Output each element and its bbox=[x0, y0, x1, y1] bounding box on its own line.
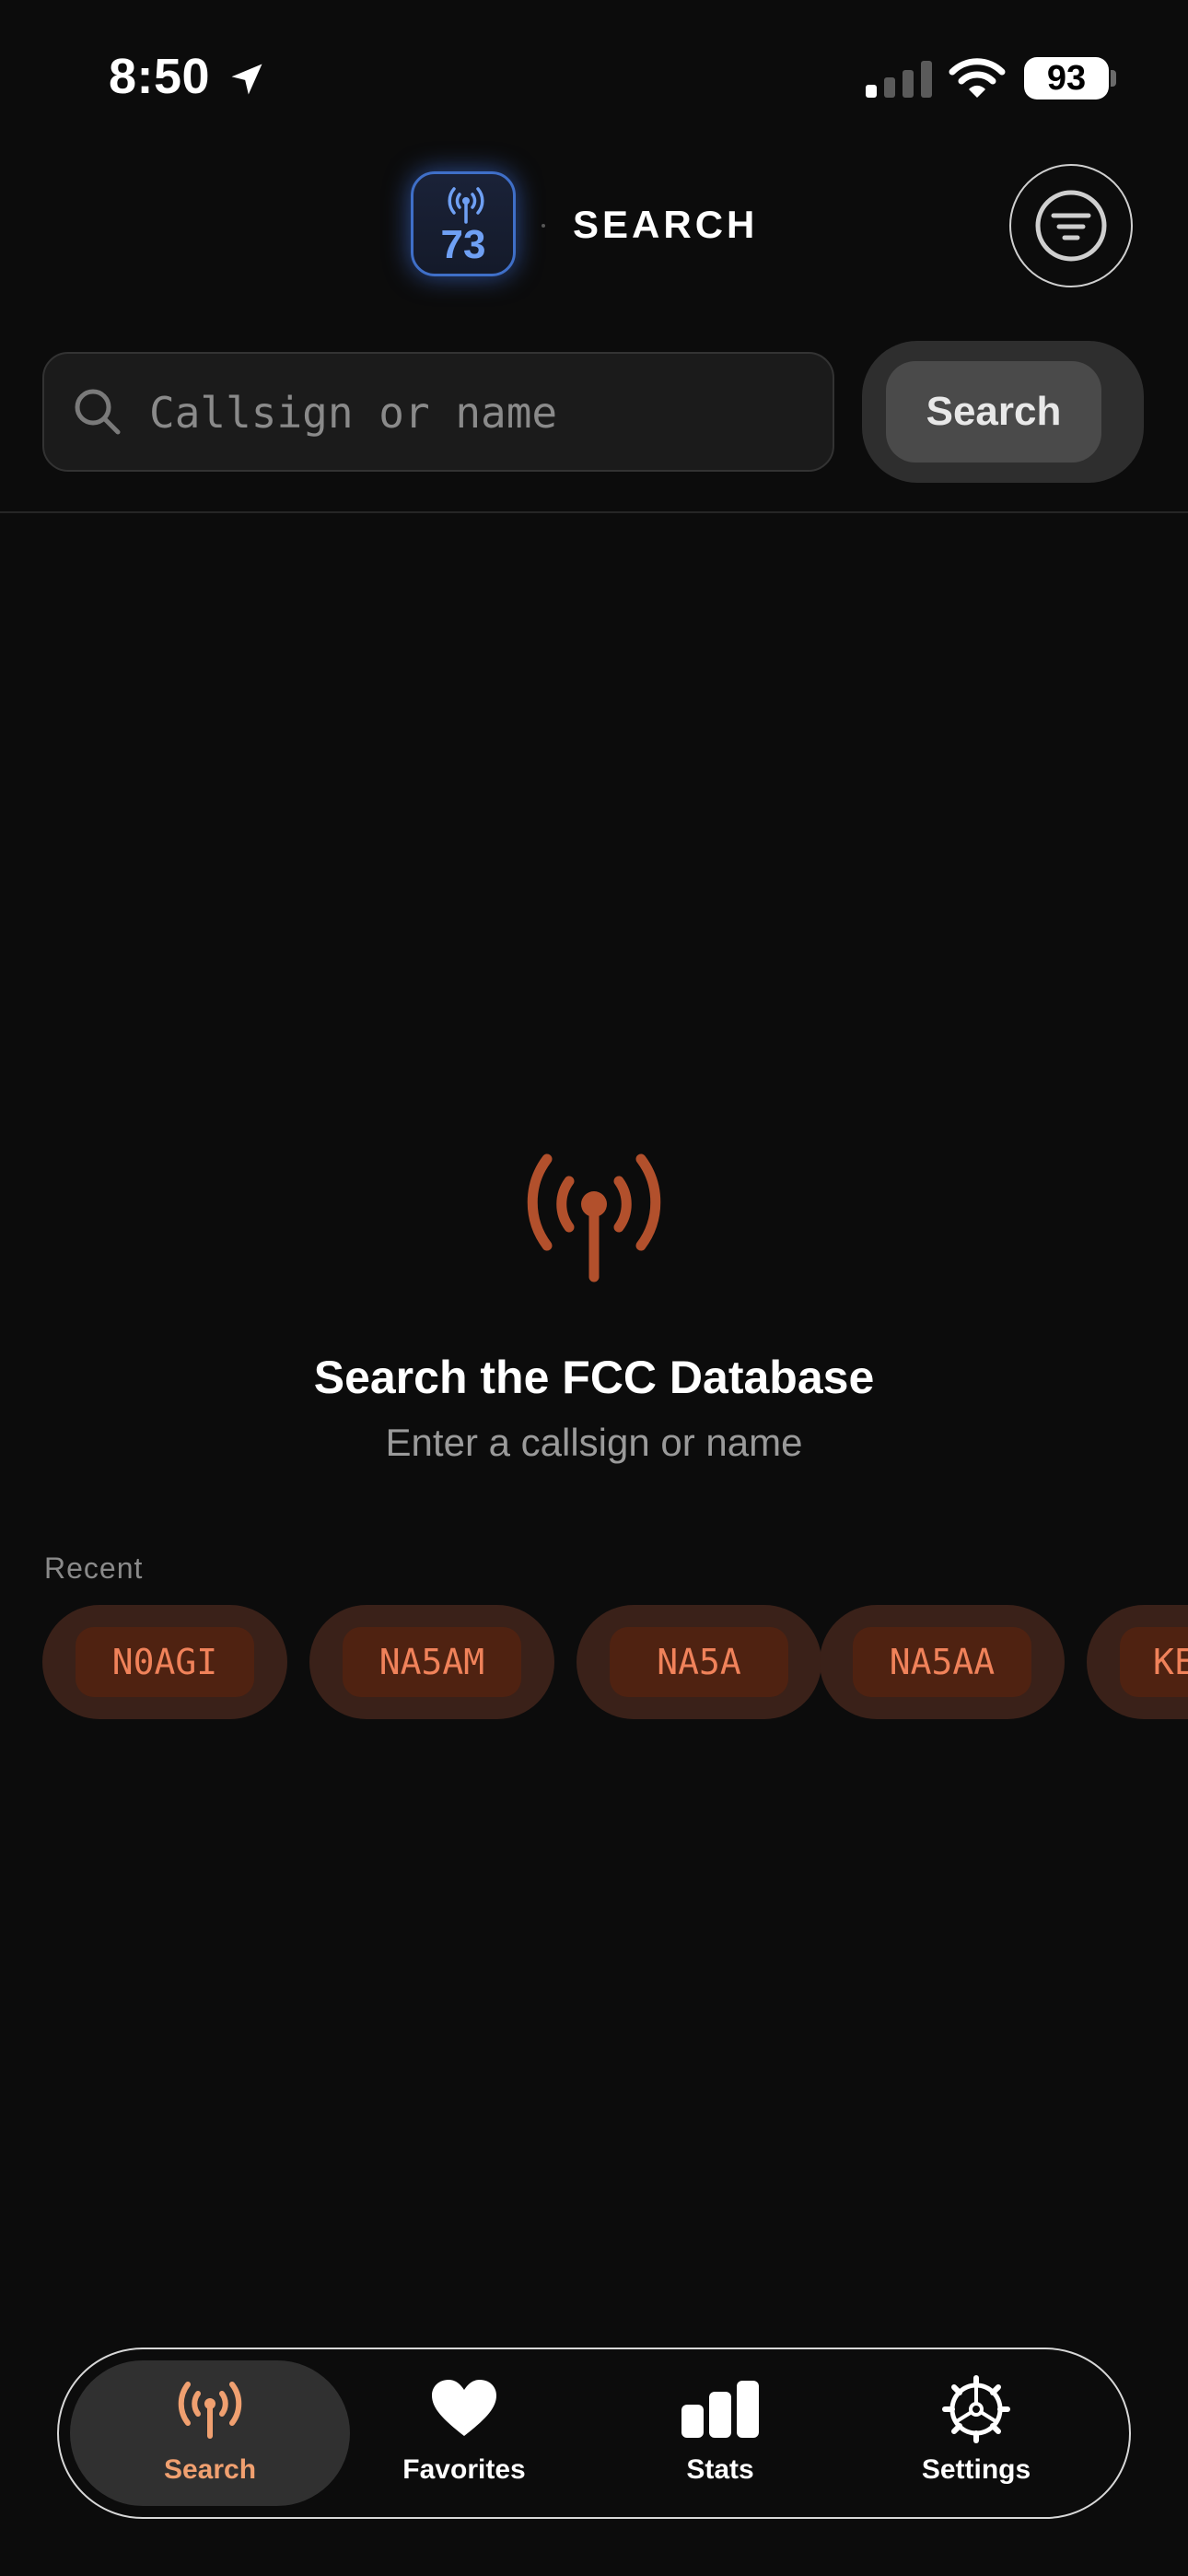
tab-label: Settings bbox=[921, 2454, 1031, 2485]
wifi-icon bbox=[949, 57, 1006, 104]
location-arrow-icon bbox=[227, 59, 267, 104]
header-divider bbox=[0, 511, 1188, 513]
heart-icon bbox=[430, 2373, 498, 2445]
filter-button[interactable] bbox=[1009, 164, 1133, 287]
bar-chart-icon bbox=[680, 2373, 761, 2445]
tab-label: Search bbox=[163, 2454, 257, 2485]
recent-chip-label: NA5AA bbox=[853, 1627, 1031, 1697]
page-title: SEARCH bbox=[573, 203, 759, 246]
app-logo-badge: 73 bbox=[411, 171, 516, 276]
status-time: 8:50 bbox=[109, 49, 211, 104]
recent-chip-label: N0AGI bbox=[76, 1627, 254, 1697]
search-button-container: Search bbox=[862, 341, 1144, 483]
empty-state-title: Search the FCC Database bbox=[313, 1352, 875, 1403]
recent-chip[interactable]: NA5AM bbox=[309, 1605, 554, 1719]
tab-stats[interactable]: Stats bbox=[593, 2373, 847, 2502]
app-badge-number: 73 bbox=[440, 222, 486, 267]
gear-icon bbox=[941, 2373, 1011, 2445]
battery-tip bbox=[1111, 70, 1116, 87]
recent-chip-label: KE bbox=[1120, 1627, 1188, 1697]
tab-favorites[interactable]: Favorites bbox=[337, 2373, 591, 2502]
header-separator-dot bbox=[542, 224, 545, 228]
recent-chip[interactable]: N0AGI bbox=[42, 1605, 287, 1719]
recent-chip[interactable]: NA5AA bbox=[820, 1605, 1065, 1719]
antenna-icon bbox=[173, 2373, 247, 2445]
tab-label: Favorites bbox=[402, 2454, 526, 2485]
cellular-signal-icon bbox=[866, 61, 932, 98]
tab-settings[interactable]: Settings bbox=[849, 2373, 1103, 2502]
recent-chip[interactable]: NA5A bbox=[577, 1605, 821, 1719]
tab-label: Stats bbox=[686, 2454, 754, 2485]
recent-chip-label: NA5A bbox=[610, 1627, 788, 1697]
search-icon bbox=[72, 386, 123, 442]
tab-search[interactable]: Search bbox=[83, 2373, 337, 2502]
filter-icon bbox=[1035, 190, 1107, 262]
search-button[interactable]: Search bbox=[886, 361, 1101, 463]
empty-state-subtitle: Enter a callsign or name bbox=[385, 1421, 803, 1464]
antenna-icon bbox=[516, 1150, 672, 1289]
recent-chip-label: NA5AM bbox=[343, 1627, 521, 1697]
recent-chip[interactable]: KE bbox=[1087, 1605, 1188, 1719]
search-field[interactable] bbox=[42, 352, 834, 472]
search-input[interactable] bbox=[147, 372, 814, 453]
recent-label: Recent bbox=[44, 1551, 144, 1585]
battery-level: 93 bbox=[1024, 57, 1109, 100]
